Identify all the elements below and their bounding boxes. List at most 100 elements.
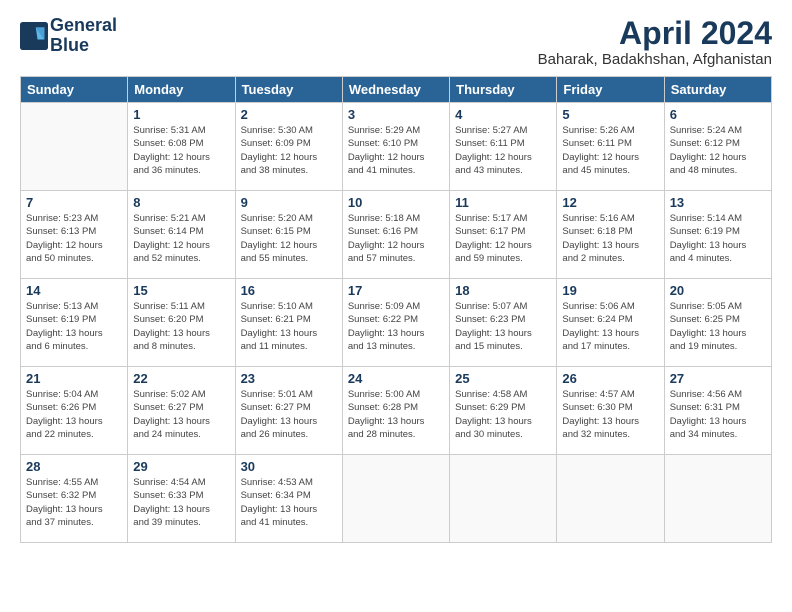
info-line: Daylight: 13 hours	[241, 327, 337, 340]
info-line: and 24 minutes.	[133, 428, 229, 441]
day-number: 8	[133, 195, 229, 210]
info-line: Sunrise: 5:18 AM	[348, 212, 444, 225]
table-row: 6Sunrise: 5:24 AMSunset: 6:12 PMDaylight…	[664, 103, 771, 191]
day-number: 1	[133, 107, 229, 122]
day-number: 5	[562, 107, 658, 122]
info-line: and 28 minutes.	[348, 428, 444, 441]
table-row	[21, 103, 128, 191]
info-line: Daylight: 13 hours	[562, 327, 658, 340]
info-line: Sunset: 6:31 PM	[670, 401, 766, 414]
day-number: 29	[133, 459, 229, 474]
info-line: Sunrise: 4:58 AM	[455, 388, 551, 401]
cell-info: Sunrise: 5:26 AMSunset: 6:11 PMDaylight:…	[562, 124, 658, 177]
day-number: 28	[26, 459, 122, 474]
table-row: 10 Sunrise: 5:18 AMSunset: 6:16 PMDayligh…	[342, 191, 449, 279]
info-line: Sunset: 6:29 PM	[455, 401, 551, 414]
day-number: 7	[26, 195, 122, 210]
table-row: 27Sunrise: 4:56 AMSunset: 6:31 PMDayligh…	[664, 367, 771, 455]
info-line: and 8 minutes.	[133, 340, 229, 353]
info-line: and 59 minutes.	[455, 252, 551, 265]
table-row	[342, 455, 449, 543]
table-row: 25Sunrise: 4:58 AMSunset: 6:29 PMDayligh…	[450, 367, 557, 455]
calendar-week-row: 21Sunrise: 5:04 AMSunset: 6:26 PMDayligh…	[21, 367, 772, 455]
info-line: Daylight: 12 hours	[455, 239, 551, 252]
day-number: 20	[670, 283, 766, 298]
info-line: Sunset: 6:18 PM	[562, 225, 658, 238]
info-line: Daylight: 12 hours	[133, 239, 229, 252]
cell-info: Sunrise: 5:18 AMSunset: 6:16 PMDaylight:…	[348, 212, 444, 265]
day-number: 10	[348, 195, 444, 210]
table-row: 15Sunrise: 5:11 AMSunset: 6:20 PMDayligh…	[128, 279, 235, 367]
day-number: 26	[562, 371, 658, 386]
info-line: Daylight: 13 hours	[241, 503, 337, 516]
info-line: Daylight: 12 hours	[241, 239, 337, 252]
cell-info: Sunrise: 5:09 AMSunset: 6:22 PMDaylight:…	[348, 300, 444, 353]
info-line: Sunrise: 5:05 AM	[670, 300, 766, 313]
cell-info: Sunrise: 5:29 AMSunset: 6:10 PMDaylight:…	[348, 124, 444, 177]
info-line: Sunrise: 5:14 AM	[670, 212, 766, 225]
info-line: Daylight: 12 hours	[348, 151, 444, 164]
cell-info: Sunrise: 4:55 AMSunset: 6:32 PMDaylight:…	[26, 476, 122, 529]
table-row: 21Sunrise: 5:04 AMSunset: 6:26 PMDayligh…	[21, 367, 128, 455]
table-row: 12Sunrise: 5:16 AMSunset: 6:18 PMDayligh…	[557, 191, 664, 279]
info-line: Sunrise: 4:53 AM	[241, 476, 337, 489]
info-line: and 22 minutes.	[26, 428, 122, 441]
info-line: Sunset: 6:10 PM	[348, 137, 444, 150]
info-line: Sunrise: 5:10 AM	[241, 300, 337, 313]
info-line: and 38 minutes.	[241, 164, 337, 177]
cell-info: Sunrise: 4:58 AMSunset: 6:29 PMDaylight:…	[455, 388, 551, 441]
cell-info: Sunrise: 5:07 AMSunset: 6:23 PMDaylight:…	[455, 300, 551, 353]
info-line: Daylight: 13 hours	[348, 327, 444, 340]
table-row: 24Sunrise: 5:00 AMSunset: 6:28 PMDayligh…	[342, 367, 449, 455]
table-row: 8Sunrise: 5:21 AMSunset: 6:14 PMDaylight…	[128, 191, 235, 279]
info-line: Sunset: 6:13 PM	[26, 225, 122, 238]
table-row: 2Sunrise: 5:30 AMSunset: 6:09 PMDaylight…	[235, 103, 342, 191]
info-line: Sunrise: 5:24 AM	[670, 124, 766, 137]
info-line: Sunset: 6:11 PM	[455, 137, 551, 150]
info-line: Daylight: 13 hours	[26, 327, 122, 340]
info-line: Sunrise: 5:30 AM	[241, 124, 337, 137]
calendar-week-row: 28Sunrise: 4:55 AMSunset: 6:32 PMDayligh…	[21, 455, 772, 543]
calendar-week-row: 7Sunrise: 5:23 AMSunset: 6:13 PMDaylight…	[21, 191, 772, 279]
info-line: and 17 minutes.	[562, 340, 658, 353]
info-line: Sunset: 6:19 PM	[26, 313, 122, 326]
info-line: Daylight: 12 hours	[562, 151, 658, 164]
logo: General Blue	[20, 16, 117, 56]
info-line: Daylight: 12 hours	[348, 239, 444, 252]
calendar-page: General Blue April 2024 Baharak, Badakhs…	[0, 0, 792, 612]
table-row: 3Sunrise: 5:29 AMSunset: 6:10 PMDaylight…	[342, 103, 449, 191]
info-line: Sunset: 6:17 PM	[455, 225, 551, 238]
table-row: 9Sunrise: 5:20 AMSunset: 6:15 PMDaylight…	[235, 191, 342, 279]
info-line: Daylight: 13 hours	[670, 415, 766, 428]
day-number: 2	[241, 107, 337, 122]
table-row: 16Sunrise: 5:10 AMSunset: 6:21 PMDayligh…	[235, 279, 342, 367]
info-line: Sunrise: 4:57 AM	[562, 388, 658, 401]
info-line: and 15 minutes.	[455, 340, 551, 353]
cell-info: Sunrise: 5:13 AMSunset: 6:19 PMDaylight:…	[26, 300, 122, 353]
info-line: Daylight: 13 hours	[562, 239, 658, 252]
header-tuesday: Tuesday	[235, 77, 342, 103]
info-line: Sunrise: 5:13 AM	[26, 300, 122, 313]
info-line: and 36 minutes.	[133, 164, 229, 177]
location-title: Baharak, Badakhshan, Afghanistan	[538, 51, 772, 68]
info-line: Sunset: 6:32 PM	[26, 489, 122, 502]
day-number: 19	[562, 283, 658, 298]
info-line: Sunset: 6:11 PM	[562, 137, 658, 150]
cell-info: Sunrise: 5:06 AMSunset: 6:24 PMDaylight:…	[562, 300, 658, 353]
calendar-header-row: Sunday Monday Tuesday Wednesday Thursday…	[21, 77, 772, 103]
header-wednesday: Wednesday	[342, 77, 449, 103]
table-row: 17Sunrise: 5:09 AMSunset: 6:22 PMDayligh…	[342, 279, 449, 367]
info-line: Sunrise: 5:00 AM	[348, 388, 444, 401]
cell-info: Sunrise: 5:10 AMSunset: 6:21 PMDaylight:…	[241, 300, 337, 353]
info-line: and 41 minutes.	[241, 516, 337, 529]
table-row: 1Sunrise: 5:31 AMSunset: 6:08 PMDaylight…	[128, 103, 235, 191]
info-line: Sunrise: 4:55 AM	[26, 476, 122, 489]
info-line: and 48 minutes.	[670, 164, 766, 177]
info-line: Sunrise: 5:27 AM	[455, 124, 551, 137]
info-line: Sunrise: 4:54 AM	[133, 476, 229, 489]
page-header: General Blue April 2024 Baharak, Badakhs…	[20, 16, 772, 68]
table-row: 11Sunrise: 5:17 AMSunset: 6:17 PMDayligh…	[450, 191, 557, 279]
table-row	[450, 455, 557, 543]
table-row: 22Sunrise: 5:02 AMSunset: 6:27 PMDayligh…	[128, 367, 235, 455]
info-line: Sunset: 6:27 PM	[133, 401, 229, 414]
